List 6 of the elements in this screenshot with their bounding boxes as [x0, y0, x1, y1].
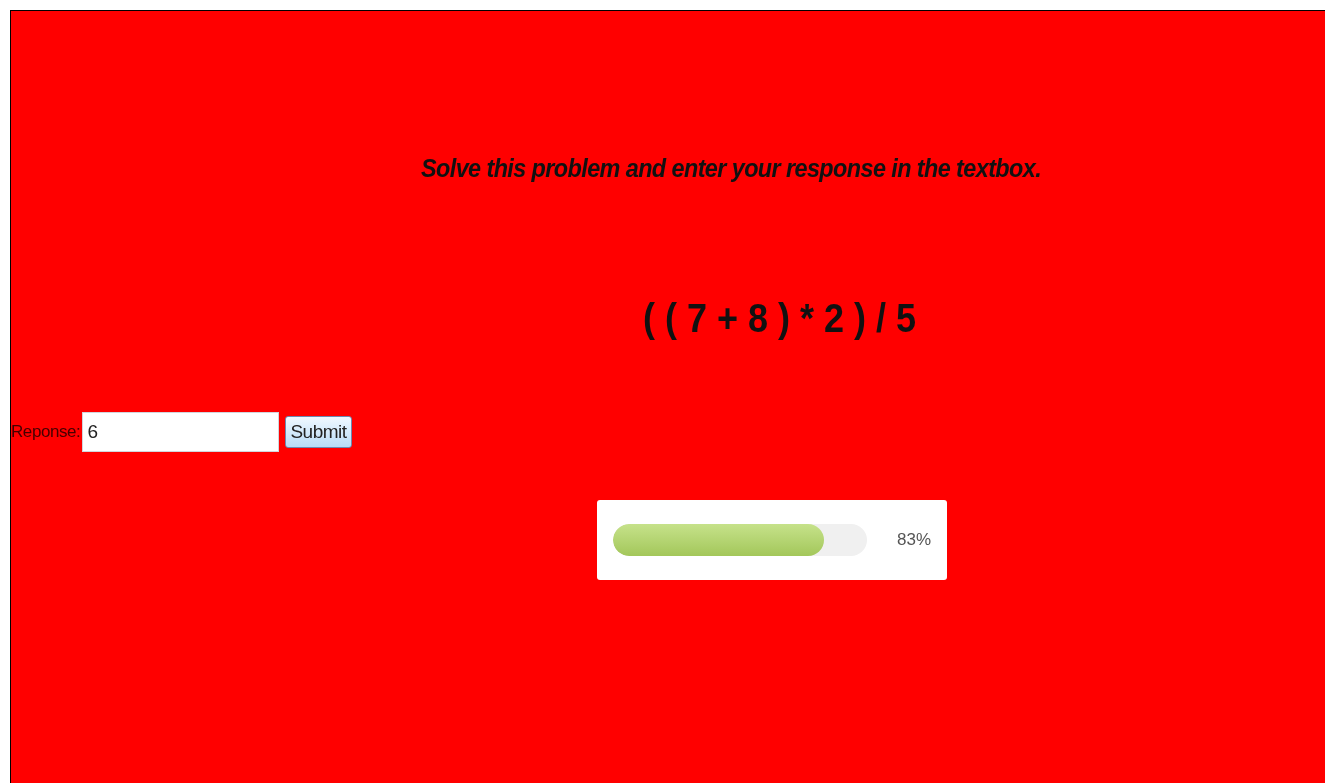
- response-label: Reponse:: [11, 421, 81, 444]
- progress-percent: 83%: [896, 529, 931, 552]
- submit-button[interactable]: Submit: [285, 416, 352, 448]
- math-expression: ( ( 7 + 8 ) * 2 ) / 5: [643, 295, 917, 342]
- instruction-heading: Solve this problem and enter your response in the textbox.: [421, 152, 1042, 185]
- response-field[interactable]: 6: [82, 412, 280, 452]
